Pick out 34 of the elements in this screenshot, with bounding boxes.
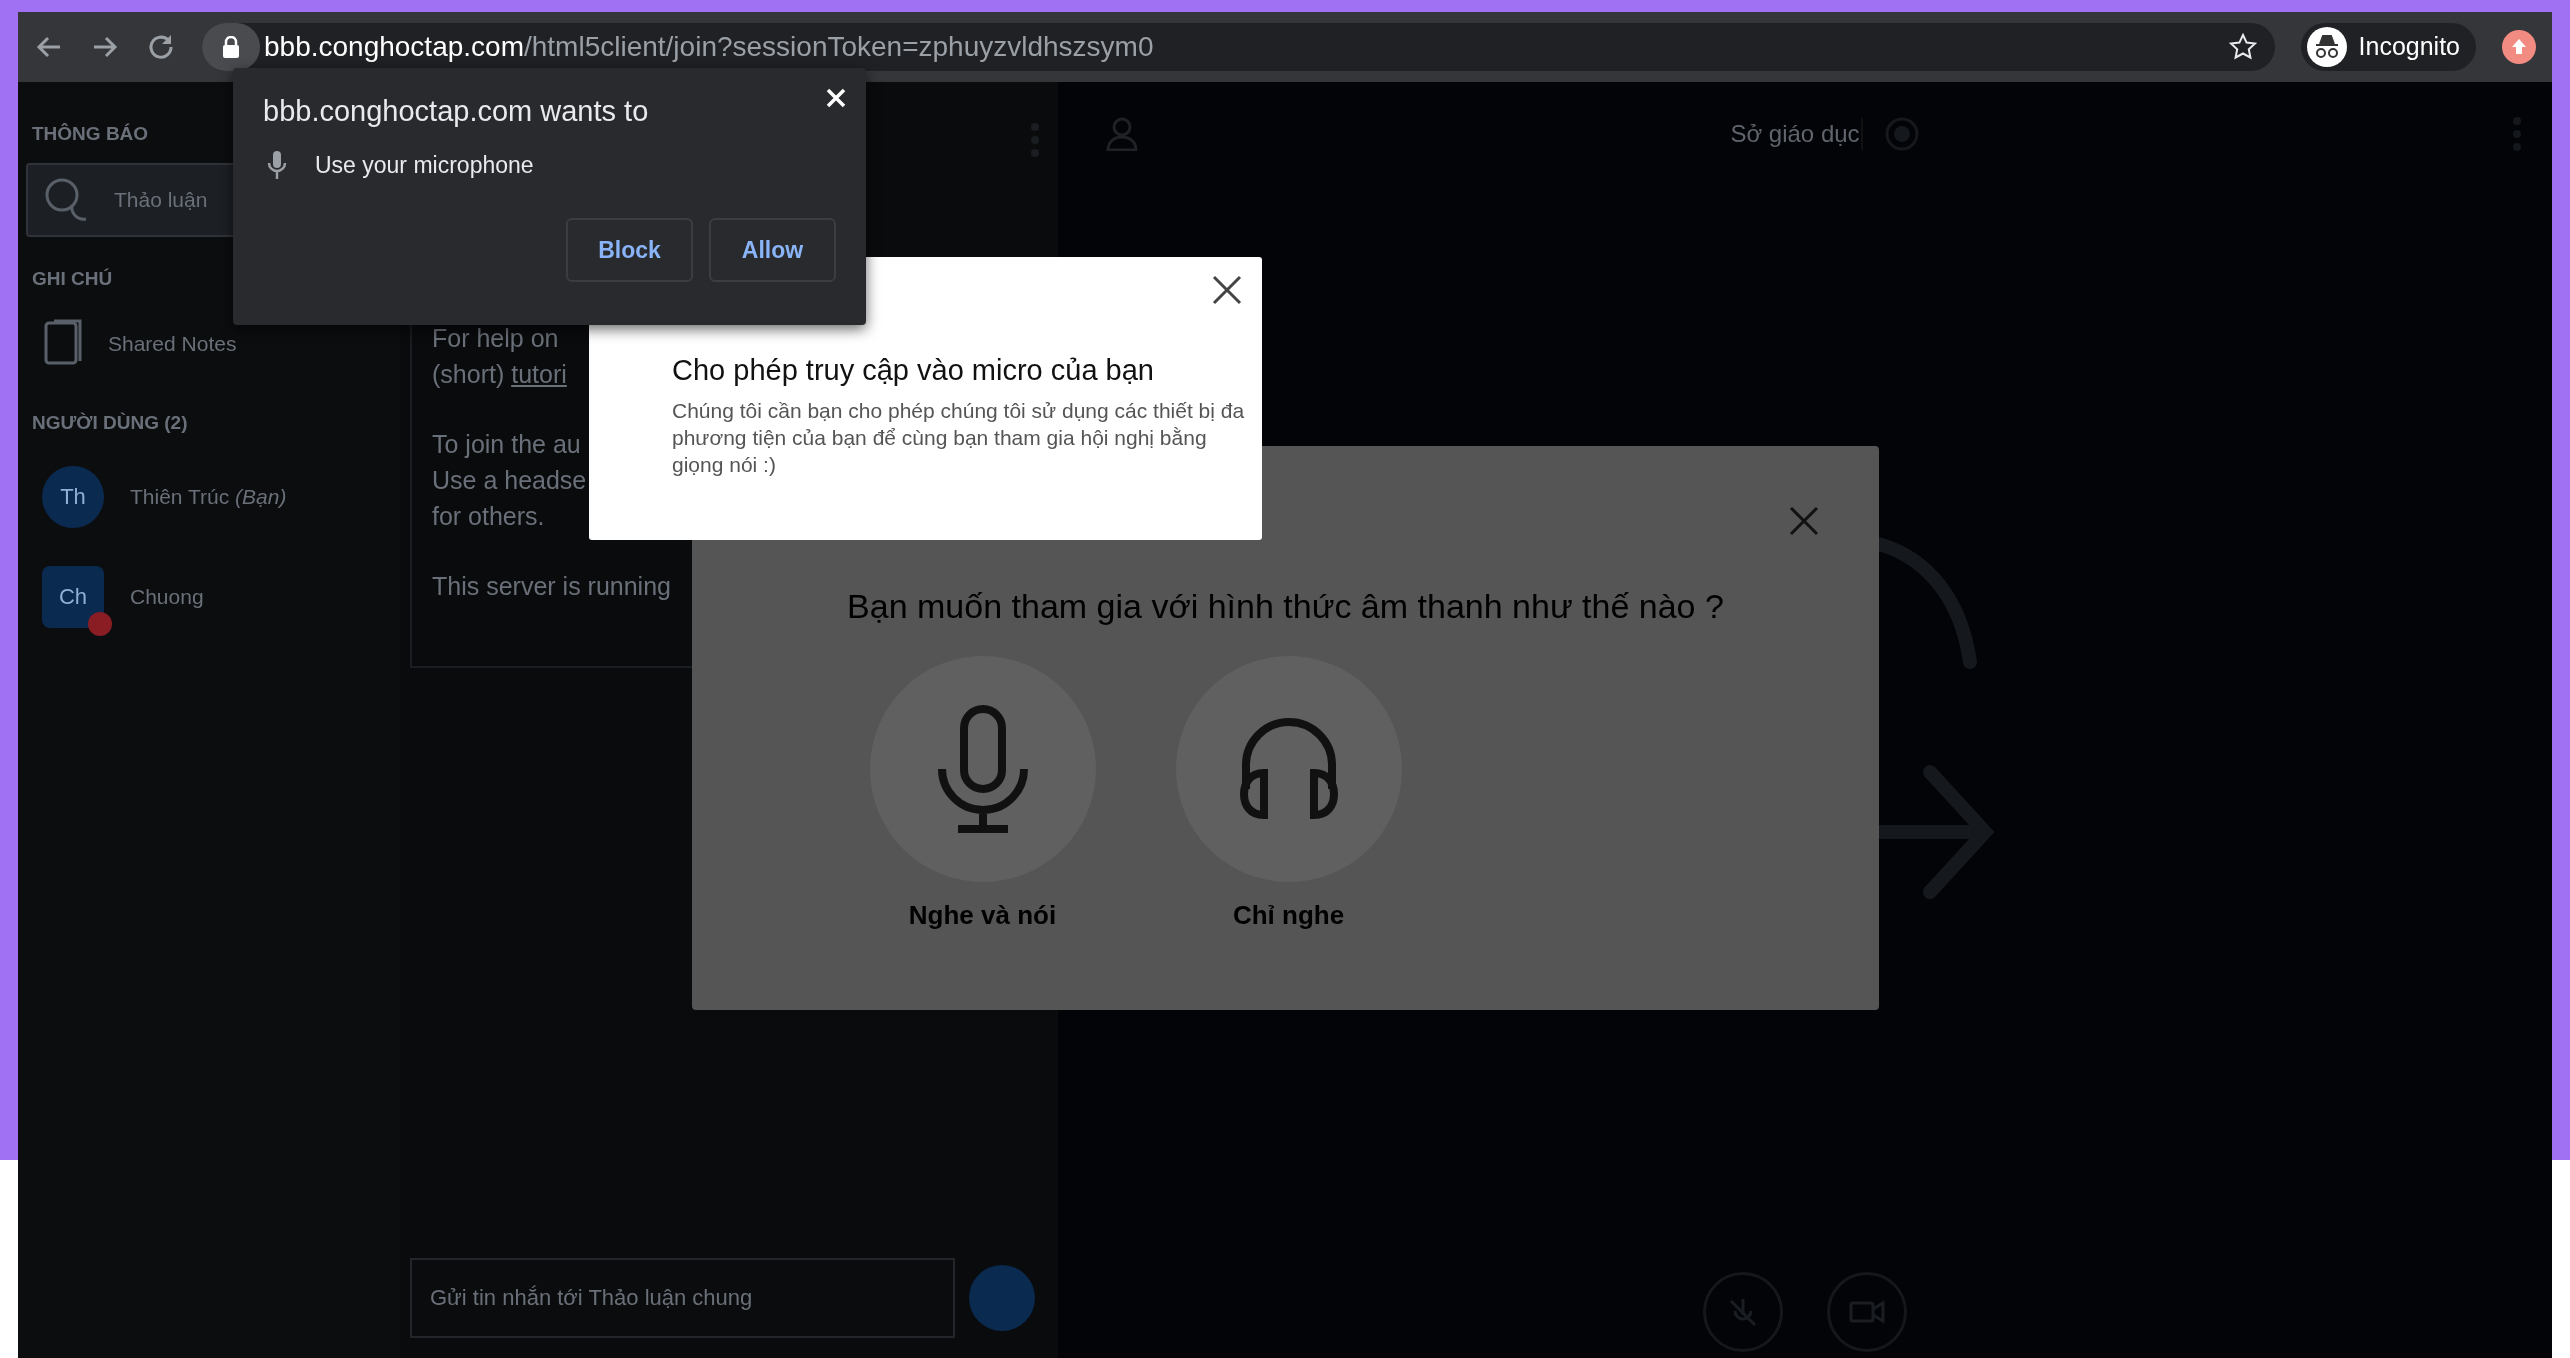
- lock-icon: [222, 36, 240, 58]
- star-icon[interactable]: [2228, 33, 2257, 61]
- microphone-icon: [267, 149, 287, 180]
- dialog-title: Cho phép truy cập vào micro của bạn: [672, 353, 1155, 388]
- close-icon: [826, 88, 846, 108]
- prompt-button[interactable]: Allow: [709, 218, 836, 282]
- message-text: To join the au: [432, 430, 581, 458]
- message-text: This server is running: [432, 572, 671, 600]
- incognito-button[interactable]: Incognito: [2300, 23, 2476, 71]
- meeting-title: Sở giáo dục: [1730, 119, 1860, 149]
- prompt-title: bbb.conghoctap.com wants to: [263, 94, 650, 129]
- section-heading: GHI CHÚ: [32, 266, 114, 291]
- message-text: Use a headse: [432, 466, 587, 494]
- close-button[interactable]: [1212, 275, 1242, 305]
- user-name: Thiên Trúc (Bạn): [130, 483, 287, 510]
- update-icon[interactable]: [2502, 30, 2536, 64]
- message-input[interactable]: Gửi tin nhắn tới Thảo luận chung: [410, 1258, 955, 1338]
- section-heading: THÔNG BÁO: [32, 122, 150, 146]
- prompt-button[interactable]: Block: [566, 218, 693, 282]
- address-bar[interactable]: bbb.conghoctap.com/html5client/join?sessionToken=zphuyzvldhszsym0: [202, 23, 2275, 71]
- message-text: (short) tutori: [432, 360, 567, 388]
- tutorial-link[interactable]: tutori: [511, 360, 567, 388]
- message-text: for others.: [432, 502, 545, 530]
- dialog-message: Chúng tôi cần bạn cho phép chúng tôi sử dụng các thiết bị đa phương tiện của bạn để cùng bạn tham gia hội nghị bằng giọng nói :): [672, 397, 1246, 478]
- close-icon: [1212, 275, 1242, 305]
- notes-item[interactable]: Shared Notes: [26, 307, 392, 381]
- incognito-icon: [2306, 27, 2347, 67]
- section-heading: NGƯỜI DÙNG (2): [32, 411, 189, 435]
- dialog-question: Bạn muốn tham gia với hình thức âm thanh như thế nào ?: [847, 586, 1724, 627]
- user-avatar: Th: [42, 465, 104, 528]
- message-text: For help on: [432, 324, 559, 352]
- user-name: Chuong: [130, 583, 204, 610]
- close-icon: [1789, 506, 1819, 536]
- url-text: bbb.conghoctap.com/html5client/join?sessionToken=zphuyzvldhszsym0: [264, 30, 1154, 64]
